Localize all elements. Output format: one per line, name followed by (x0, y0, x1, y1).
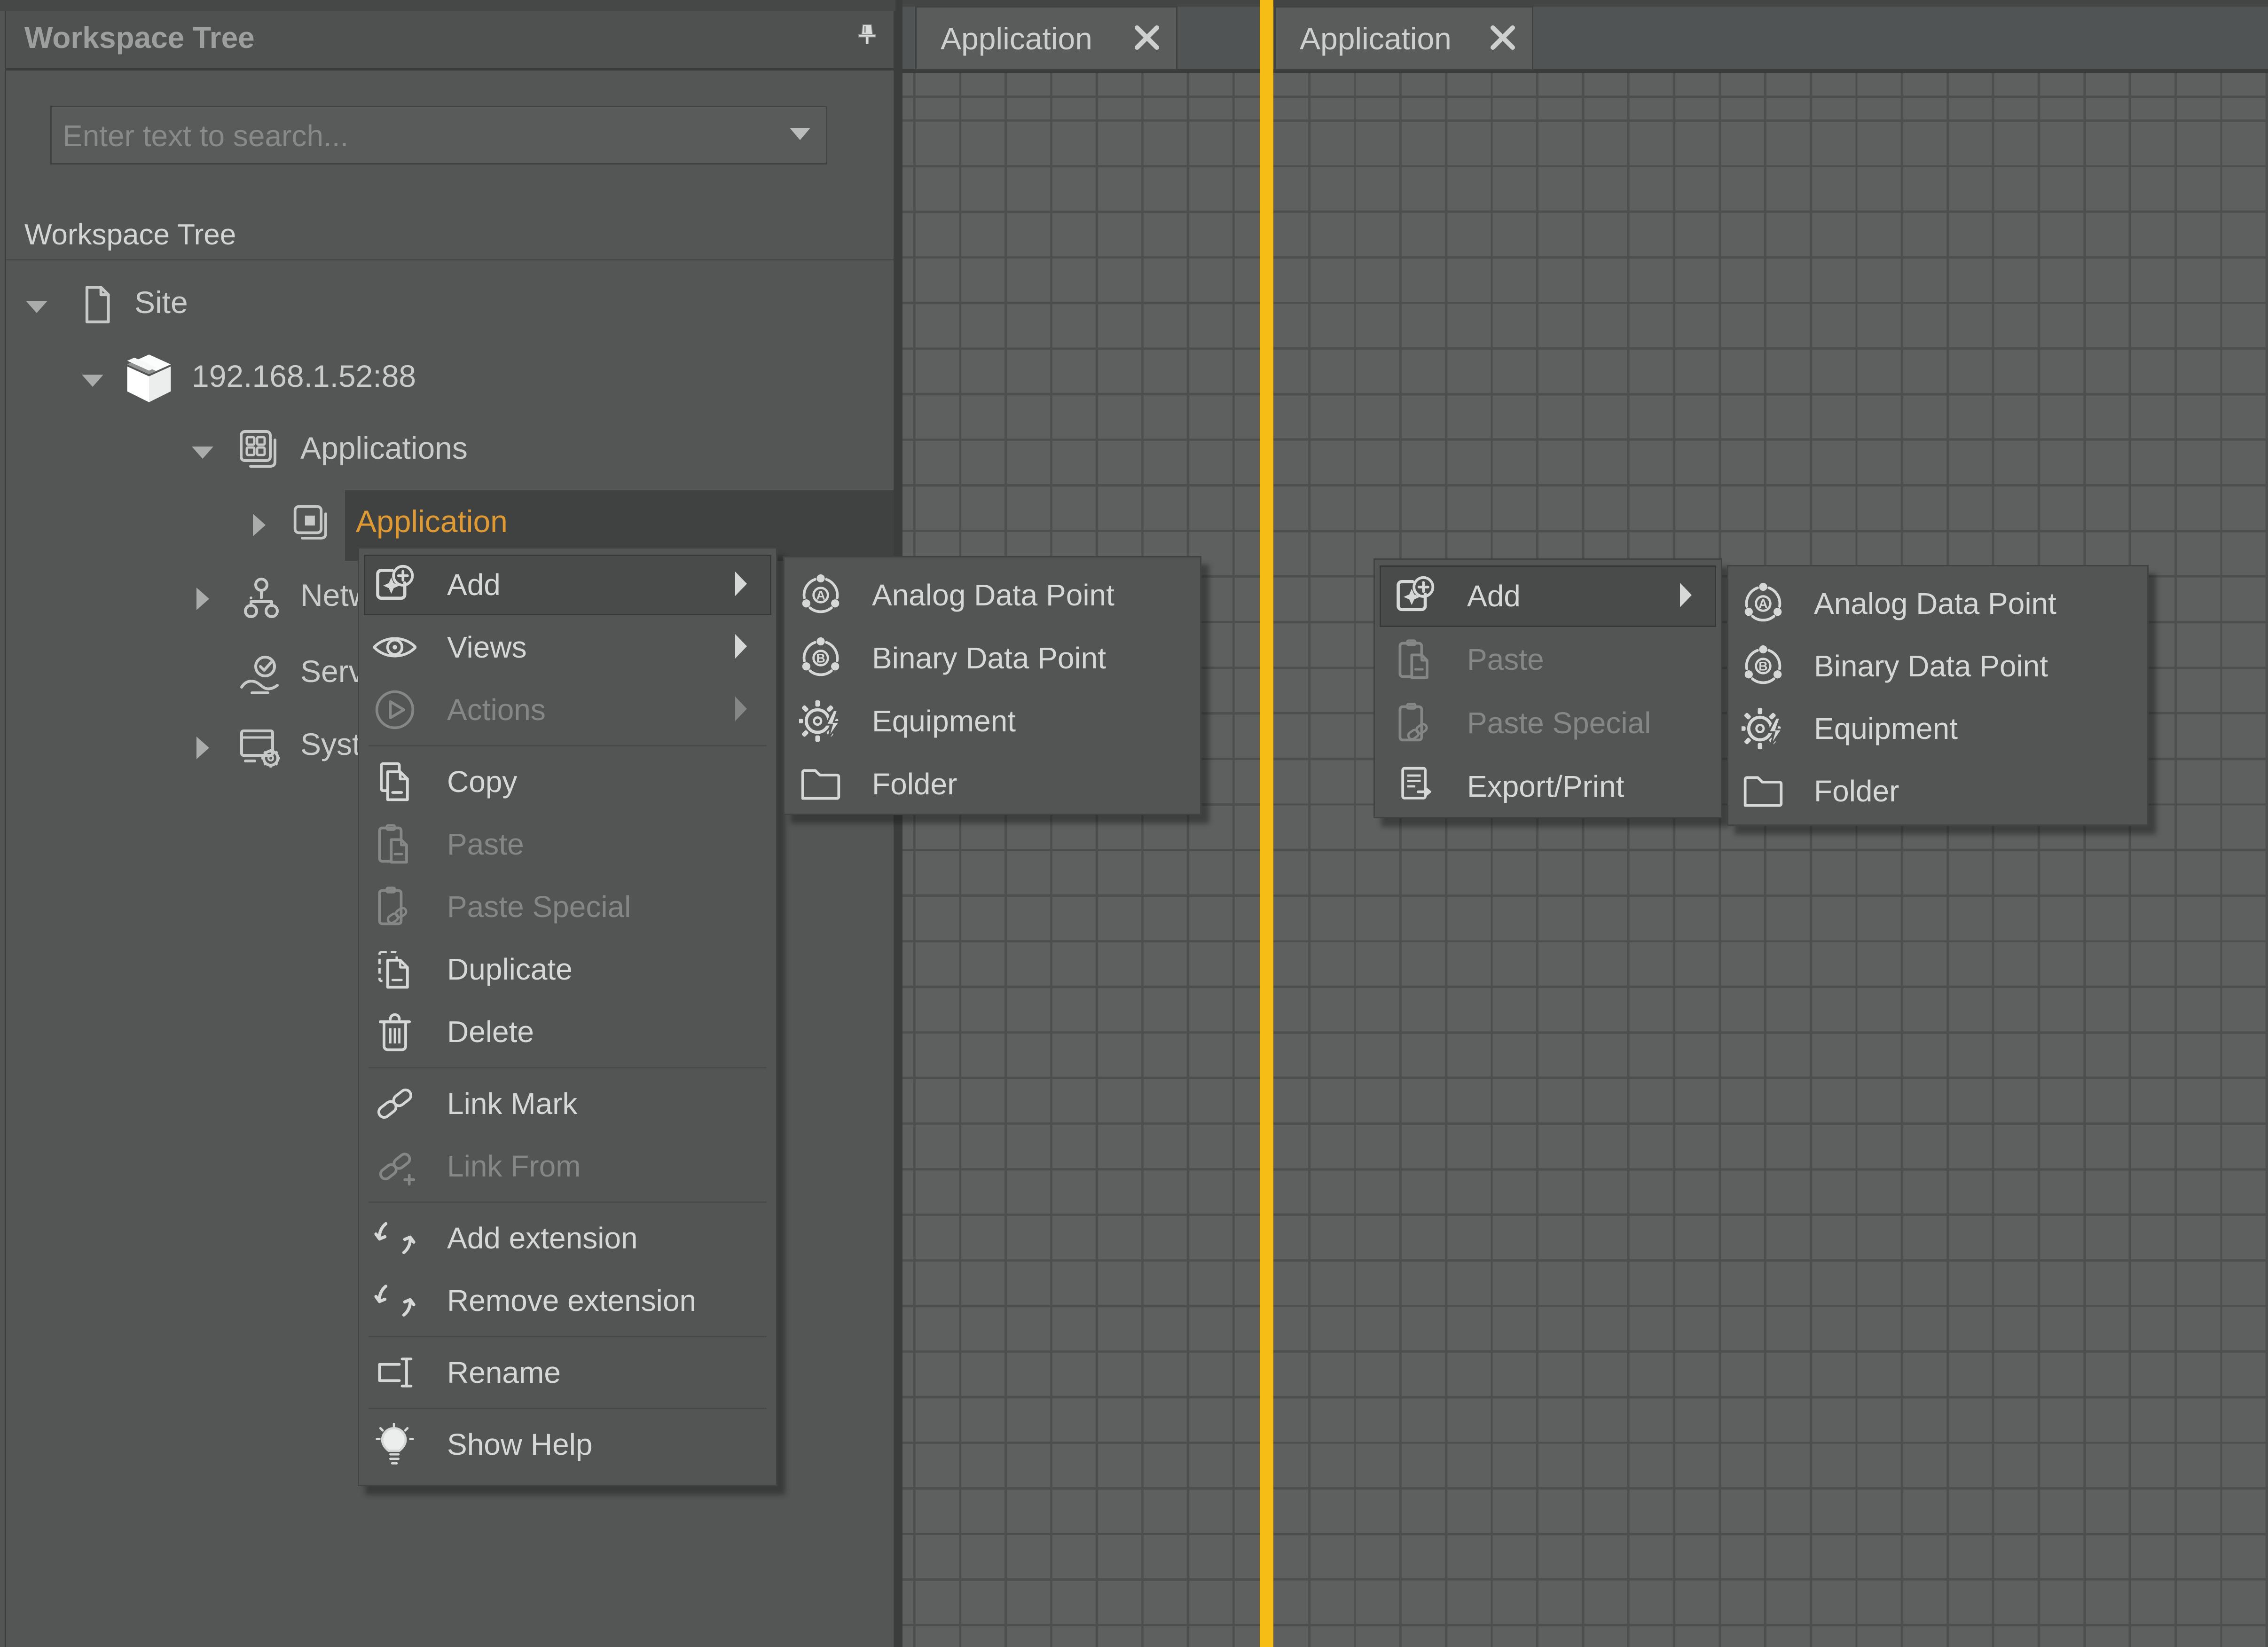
svg-text:B: B (1758, 659, 1767, 674)
svg-text:A: A (816, 588, 825, 603)
svg-text:A: A (1758, 597, 1767, 611)
svg-text:B: B (816, 651, 825, 666)
